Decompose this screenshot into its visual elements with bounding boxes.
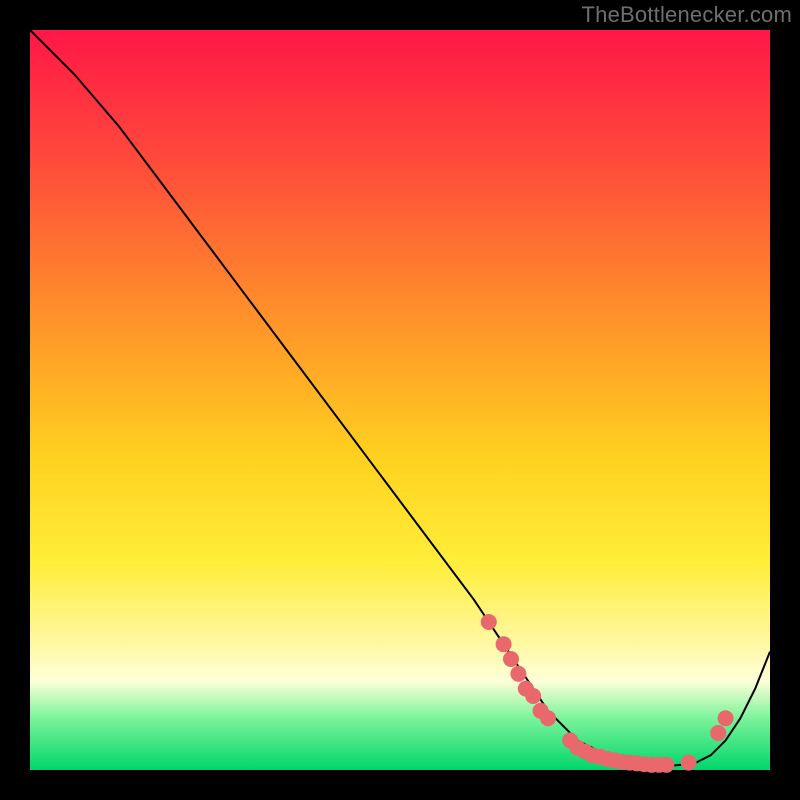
marker-dot — [510, 666, 526, 682]
chart-stage: TheBottlenecker.com — [0, 0, 800, 800]
marker-dot — [718, 710, 734, 726]
marker-dot — [503, 651, 519, 667]
marker-dot — [496, 636, 512, 652]
bottleneck-curve — [30, 30, 770, 766]
attribution-label: TheBottlenecker.com — [582, 2, 792, 28]
marker-dot — [658, 757, 674, 773]
plot-area — [30, 30, 770, 770]
chart-svg — [30, 30, 770, 770]
marker-dot — [525, 688, 541, 704]
marker-dot — [681, 755, 697, 771]
marker-dot — [540, 710, 556, 726]
marker-dot — [710, 725, 726, 741]
marker-dot — [481, 614, 497, 630]
marker-dots — [481, 614, 734, 773]
